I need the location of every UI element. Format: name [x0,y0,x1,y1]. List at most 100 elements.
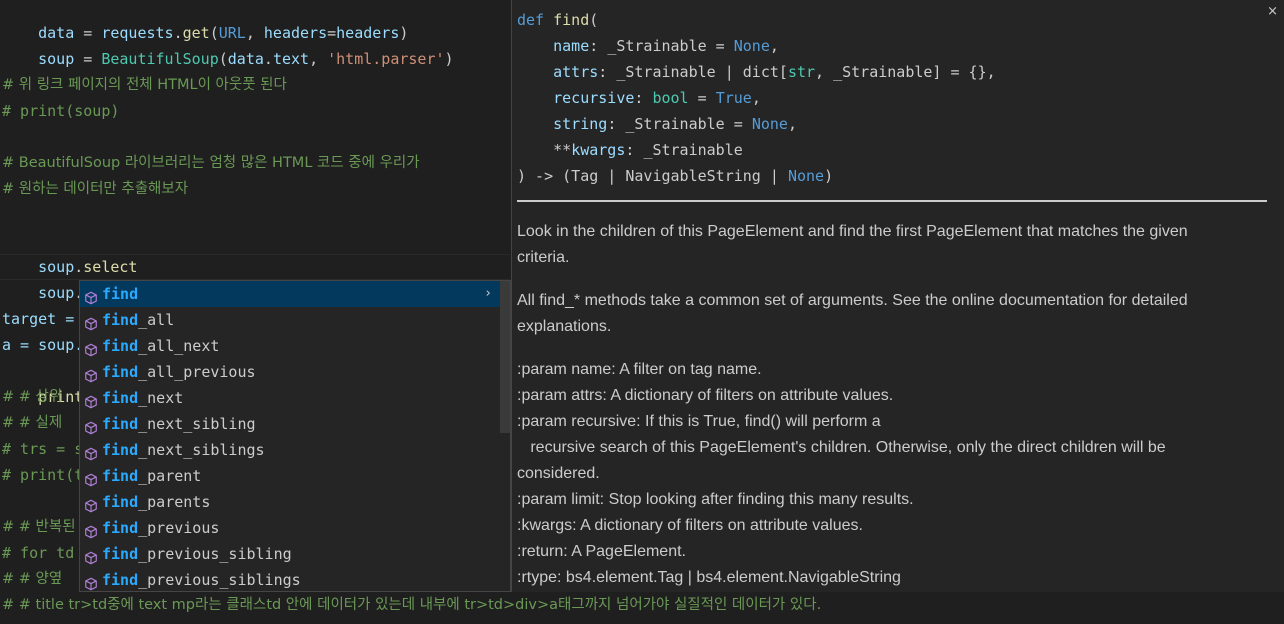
match-highlight: find [102,467,139,485]
param-type: _Strainable [607,37,707,55]
code-line-5: # print(soup) [2,102,120,120]
close-icon[interactable]: × [1267,4,1278,19]
suggestion-item[interactable]: find_previous [80,515,500,541]
suggestion-label: find_previous_sibling [102,541,292,567]
code-token: ) [444,50,454,68]
param-type: _Strainable [643,141,743,159]
method-cube-icon [84,495,98,513]
function-name: find [553,11,590,29]
code-token: data [227,50,264,68]
suggestion-details-pane[interactable]: × def find( name: _Strainable = None, at… [511,0,1284,592]
param-name: string [553,115,608,133]
suggestion-item[interactable]: find_all [80,307,500,333]
match-highlight: find [102,337,139,355]
param-name: kwargs [571,141,626,159]
suggestion-rest: _next [138,389,184,407]
suggestion-rest: _all_next [138,337,220,355]
suggestion-rest: _previous [138,519,220,537]
code-line-10: soup.select [2,228,137,276]
paren: ( [589,11,599,29]
sep: : [607,115,626,133]
sep: : [598,63,617,81]
keyword: def [517,11,545,29]
suggestion-scrollbar[interactable] [500,281,510,433]
cube-icon [85,473,97,487]
match-highlight: find [102,571,139,589]
signature-return: ) -> (Tag | NavigableString | None) [517,163,833,189]
code-line-11[interactable]: soup.find [0,254,512,303]
suggestion-item[interactable]: find › [80,281,500,307]
match-highlight: find [102,311,139,329]
suggestion-item[interactable]: find_all_next [80,333,500,359]
param-type: bool [652,89,689,107]
match-highlight: find [102,545,139,563]
sep: : [589,37,608,55]
comma: , [769,37,779,55]
doc-line: :param attrs: A dictionary of filters on… [517,387,894,404]
suggestion-label: find_all_previous [102,359,256,385]
param-type: _Strainable [625,115,725,133]
signature-param-string: string: _Strainable = None, [517,111,797,137]
code-line-8: # 원하는 데이터만 추출해보자 [2,181,189,197]
code-line-1: data = requests.get(URL, headers=headers… [2,0,408,42]
suggestion-item[interactable]: find_previous_siblings [80,567,500,591]
doc-line: :rtype: bs4.element.Tag | bs4.element.Na… [517,569,901,586]
match-highlight: find [102,363,139,381]
code-token: BeautifulSoup [101,50,219,68]
code-line-19: # print(t [2,466,84,484]
code-line-14: a = soup. [2,336,84,354]
cube-icon [85,395,97,409]
method-cube-icon [84,287,98,305]
suggestion-item[interactable]: find_next [80,385,500,411]
doc-line: :kwargs: A dictionary of filters on attr… [517,517,863,534]
suggestion-label: find_next [102,385,183,411]
default-value: None [733,37,770,55]
suggestion-item[interactable]: find_all_previous [80,359,500,385]
suggestion-widget[interactable]: find › find_all find_all_next find_all_previ… [79,280,511,592]
suggestion-rest: _parents [138,493,211,511]
match-highlight: find [102,415,139,433]
signature-param-recursive: recursive: bool = True, [517,85,761,111]
suggestion-item[interactable]: find_parents [80,489,500,515]
signature-param-name: name: _Strainable = None, [517,33,779,59]
doc-line: :return: A PageElement. [517,543,686,560]
doc-line: recursive search of this PageElement's c… [517,439,1166,456]
doc-line: considered. [517,465,600,482]
signature-param-kwargs: **kwargs: _Strainable [517,137,743,163]
chevron-right-icon[interactable]: › [484,281,492,307]
match-highlight: find [102,441,139,459]
method-cube-icon [84,391,98,409]
doc-line: :param name: A filter on tag name. [517,361,762,378]
suggestion-label: find_parents [102,489,210,515]
code-line-2: soup = BeautifulSoup(data.text, 'html.pa… [2,20,453,68]
doc-line: :param limit: Stop looking after finding… [517,491,914,508]
suggestion-rest: _previous_sibling [138,545,292,563]
eq: = [688,89,716,107]
suggestion-label: find_previous_siblings [102,567,301,591]
cube-icon [85,343,97,357]
comma: , [787,115,797,133]
code-token: . [263,50,273,68]
paren: ) [824,167,834,185]
suggestion-label: find_previous [102,515,219,541]
suggestion-label: find_all_next [102,333,219,359]
suggestion-rest: _all [138,311,175,329]
suggestion-label: find [102,281,138,307]
method-cube-icon [84,469,98,487]
code-token: soup [38,50,75,68]
suggestion-item[interactable]: find_previous_sibling [80,541,500,567]
code-line-21: # # 반복된 [2,519,76,535]
cube-icon [85,525,97,539]
signature-line-1: def find( [517,7,598,33]
suggestion-item[interactable]: find_parent [80,463,500,489]
match-highlight: find [102,519,139,537]
cube-icon [85,291,97,305]
suggestion-item[interactable]: find_next_sibling [80,411,500,437]
code-line-18: # trs = s [2,440,84,458]
doc-line: explanations. [517,318,612,335]
suggestion-rest: _parent [138,467,202,485]
cube-icon [85,447,97,461]
suggestion-item[interactable]: find_next_siblings [80,437,500,463]
match-highlight: find [102,493,139,511]
cube-icon [85,551,97,565]
